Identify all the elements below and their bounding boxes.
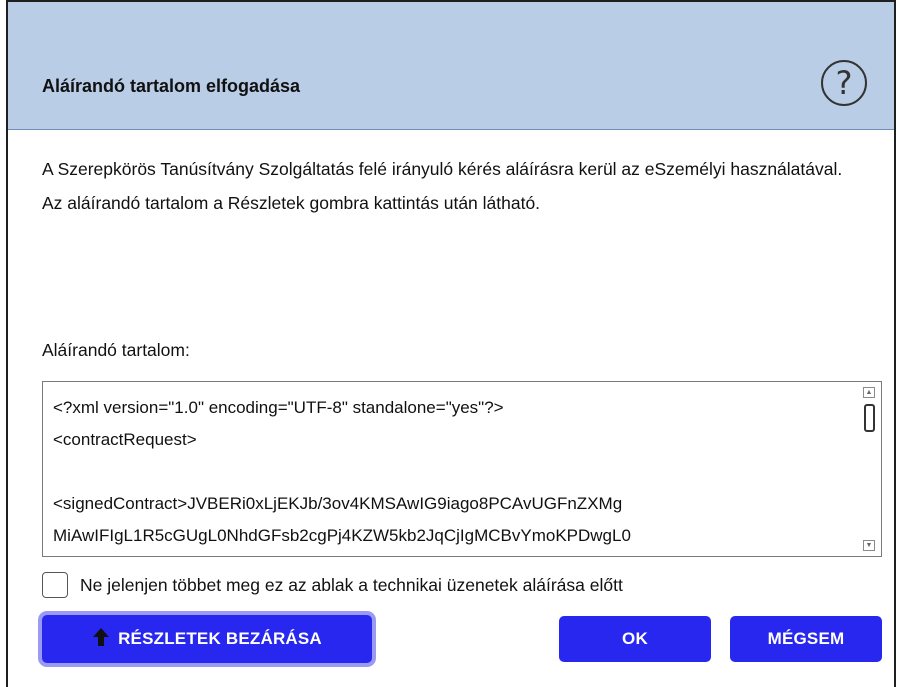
dialog-title: Aláírandó tartalom elfogadása [42,76,301,96]
dont-show-again-label[interactable]: Ne jelenjen többet meg ez az ablak a tec… [80,575,623,596]
scroll-down-icon[interactable]: ▼ [863,540,875,551]
dialog-window: Aláírandó tartalom elfogadása ? A Szerep… [6,0,896,687]
content-text: <?xml version="1.0" encoding="UTF-8" sta… [53,398,631,545]
ok-label: OK [622,629,648,648]
scroll-thumb[interactable] [864,404,875,432]
dont-show-again-row: Ne jelenjen többet meg ez az ablak a tec… [42,572,623,598]
close-details-label: RÉSZLETEK BEZÁRÁSA [118,629,322,648]
dialog-description: A Szerepkörös Tanúsítvány Szolgáltatás f… [42,159,843,213]
dont-show-again-checkbox[interactable] [42,572,68,598]
ok-button[interactable]: OK [559,616,711,662]
help-icon[interactable]: ? [821,60,867,106]
scroll-up-icon[interactable]: ▲ [863,387,875,398]
content-textarea[interactable]: <?xml version="1.0" encoding="UTF-8" sta… [42,381,882,557]
vertical-scrollbar[interactable]: ▲ ▼ [859,382,881,556]
arrow-up-icon [92,627,110,652]
close-details-button[interactable]: RÉSZLETEK BEZÁRÁSA [42,615,372,663]
dialog-header: Aláírandó tartalom elfogadása ? [8,2,894,130]
cancel-label: MÉGSEM [767,629,845,648]
cancel-button[interactable]: MÉGSEM [730,616,882,662]
content-label: Aláírandó tartalom: [42,340,190,360]
